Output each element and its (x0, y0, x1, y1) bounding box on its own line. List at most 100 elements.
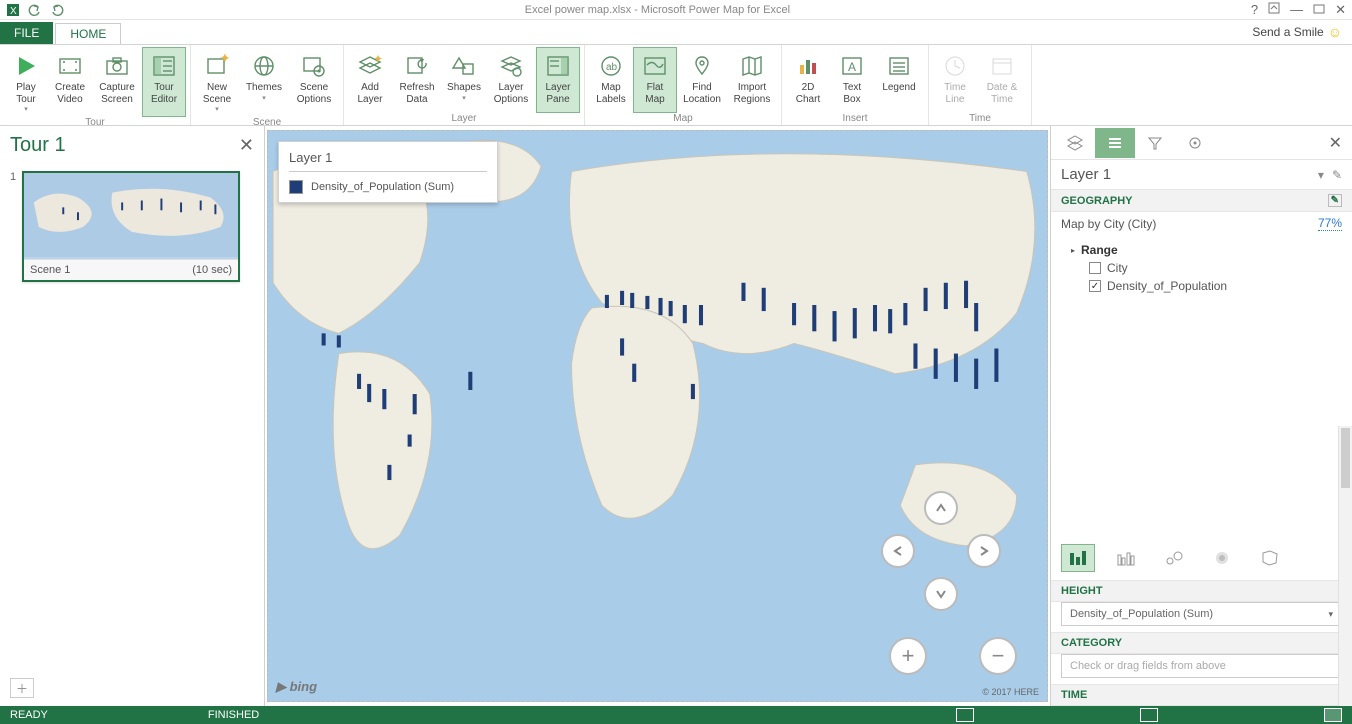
pan-up-button[interactable] (924, 491, 958, 525)
title-bar: X Excel power map.xlsx - Microsoft Power… (0, 0, 1352, 20)
gear-scene-icon (301, 50, 327, 82)
viz-clustered-column-icon[interactable] (1109, 544, 1143, 572)
minimize-icon[interactable]: — (1290, 2, 1303, 18)
labels-icon: ab (598, 50, 624, 82)
send-smile-label: Send a Smile (1252, 25, 1323, 39)
status-bar: READY FINISHED (0, 706, 1352, 724)
film-icon (57, 50, 83, 82)
maximize-icon[interactable] (1313, 2, 1325, 18)
add-scene-button[interactable]: ＋ (10, 678, 34, 698)
chevron-down-icon: ▾ (262, 95, 266, 103)
right-pane-scrollbar[interactable] (1338, 426, 1352, 706)
help-icon[interactable]: ? (1251, 2, 1258, 18)
group-label-map: Map (589, 113, 777, 125)
view-mode-3-icon[interactable] (1324, 708, 1342, 722)
redo-icon[interactable] (50, 3, 64, 17)
height-field[interactable]: Density_of_Population (Sum) ▾ (1061, 602, 1342, 626)
close-icon[interactable]: ✕ (1335, 2, 1346, 18)
viz-type-row (1051, 536, 1352, 580)
viz-heatmap-icon[interactable] (1205, 544, 1239, 572)
regions-icon (739, 50, 765, 82)
tour-editor-pane: Tour 1 ✕ 1 (0, 126, 265, 706)
clock-icon (942, 50, 968, 82)
tab-home[interactable]: HOME (55, 23, 121, 44)
layer-tab-layers-icon[interactable] (1055, 128, 1095, 158)
layer-pane-tabs: ✕ (1051, 126, 1352, 160)
view-mode-1-icon[interactable] (956, 708, 974, 722)
checkbox-city[interactable] (1089, 262, 1101, 274)
pan-right-button[interactable] (967, 534, 1001, 568)
viz-region-icon[interactable] (1253, 544, 1287, 572)
field-tree: ▸ Range City ✓ Density_of_Population (1051, 235, 1352, 305)
globe-icon (251, 50, 277, 82)
ribbon-tabs: FILE HOME Send a Smile ☺ (0, 20, 1352, 44)
import-regions-button[interactable]: Import Regions (727, 47, 777, 113)
zoom-out-button[interactable]: − (979, 637, 1017, 675)
pan-down-button[interactable] (924, 577, 958, 611)
add-layer-button[interactable]: ✦ Add Layer (348, 47, 392, 113)
close-tour-pane-icon[interactable]: ✕ (239, 135, 254, 156)
undo-icon[interactable] (28, 3, 42, 17)
create-video-button[interactable]: Create Video (48, 47, 92, 117)
text-box-icon: A (839, 50, 865, 82)
find-location-button[interactable]: Find Location (677, 47, 727, 113)
layer-tab-settings-icon[interactable] (1175, 128, 1215, 158)
svg-text:X: X (10, 6, 17, 17)
scene-name: Scene 1 (30, 264, 70, 276)
scrollbar-thumb[interactable] (1341, 428, 1350, 488)
viz-stacked-column-icon[interactable] (1061, 544, 1095, 572)
edit-geo-icon[interactable]: ✎ (1328, 194, 1342, 207)
layer-pane-button[interactable]: Layer Pane (536, 47, 580, 113)
play-tour-button[interactable]: Play Tour ▾ (4, 47, 48, 117)
text-box-button[interactable]: A Text Box (830, 47, 874, 113)
layer-pane: ✕ Layer 1 ▾ ✎ GEOGRAPHY ✎ Map by City (C… (1050, 126, 1352, 706)
group-label-time: Time (933, 113, 1027, 125)
layer-tab-fields-icon[interactable] (1095, 128, 1135, 158)
layer-options-button[interactable]: Layer Options (486, 47, 536, 113)
tree-node-city[interactable]: City (1071, 259, 1342, 277)
rename-layer-icon[interactable]: ✎ (1332, 168, 1342, 182)
geo-confidence[interactable]: 77% (1318, 216, 1342, 231)
new-scene-button[interactable]: ✦ New Scene ▾ (195, 47, 239, 117)
legend-button[interactable]: Legend (874, 47, 924, 113)
flat-map-icon (642, 50, 668, 82)
pan-left-button[interactable] (881, 534, 915, 568)
send-smile-button[interactable]: Send a Smile ☺ (1242, 20, 1352, 44)
scene-options-button[interactable]: Scene Options (289, 47, 339, 117)
view-mode-2-icon[interactable] (1140, 708, 1158, 722)
ribbon-collapse-icon[interactable] (1268, 2, 1280, 18)
category-field[interactable]: Check or drag fields from above (1061, 654, 1342, 678)
scene-number: 1 (10, 171, 18, 282)
map-canvas[interactable]: Layer 1 Density_of_Population (Sum) + − … (267, 130, 1048, 702)
layer-tab-filter-icon[interactable] (1135, 128, 1175, 158)
checkbox-density[interactable]: ✓ (1089, 280, 1101, 292)
chevron-down-icon: ▾ (215, 106, 219, 114)
chevron-down-icon[interactable]: ▾ (1328, 609, 1333, 620)
capture-screen-button[interactable]: Capture Screen (92, 47, 142, 117)
refresh-data-button[interactable]: Refresh Data (392, 47, 442, 113)
tree-node-range[interactable]: ▸ Range (1071, 241, 1342, 259)
zoom-cluster: + − (889, 637, 1017, 675)
map-labels-button[interactable]: ab Map Labels (589, 47, 633, 113)
2d-chart-button[interactable]: 2D Chart (786, 47, 830, 113)
zoom-in-button[interactable]: + (889, 637, 927, 675)
shapes-button[interactable]: Shapes ▾ (442, 47, 486, 113)
tree-node-density[interactable]: ✓ Density_of_Population (1071, 277, 1342, 295)
flat-map-button[interactable]: Flat Map (633, 47, 677, 113)
tour-name: Tour 1 (10, 134, 66, 157)
layer-dropdown-icon[interactable]: ▾ (1318, 168, 1324, 182)
tab-file[interactable]: FILE (0, 22, 53, 44)
map-legend[interactable]: Layer 1 Density_of_Population (Sum) (278, 141, 498, 203)
legend-series-label: Density_of_Population (Sum) (311, 181, 454, 193)
scene-duration: (10 sec) (192, 264, 232, 276)
tour-editor-button[interactable]: Tour Editor (142, 47, 186, 117)
geography-row: Map by City (City) 77% (1051, 212, 1352, 235)
viz-bubble-icon[interactable] (1157, 544, 1191, 572)
themes-button[interactable]: Themes ▾ (239, 47, 289, 117)
svg-text:✦: ✦ (219, 53, 230, 66)
date-time-button: Date & Time (977, 47, 1027, 113)
height-header: HEIGHT (1051, 580, 1352, 602)
window-title: Excel power map.xlsx - Microsoft Power M… (70, 4, 1245, 16)
scene-card[interactable]: Scene 1 (10 sec) (22, 171, 240, 282)
close-layer-pane-icon[interactable]: ✕ (1323, 133, 1348, 153)
